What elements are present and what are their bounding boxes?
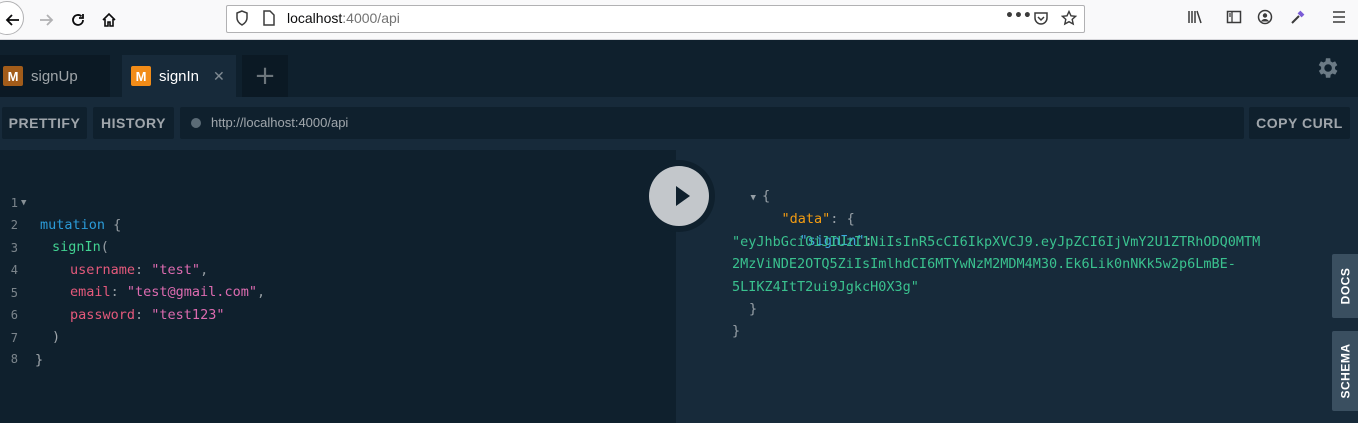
page-actions-icon[interactable]: ••• (1005, 8, 1032, 24)
query-editor[interactable]: 1 ▼ mutation { 2 signIn( 3 username: "tes… (0, 150, 676, 423)
close-icon[interactable]: ✕ (213, 68, 225, 85)
result-line: ▼{ (750, 188, 771, 204)
copy-curl-button[interactable]: COPY CURL (1249, 107, 1350, 139)
endpoint-input[interactable]: http://localhost:4000/api (180, 107, 1244, 139)
result-line: } (732, 323, 741, 339)
result-pane[interactable]: ▼{ "data": { "signIn": "eyJhbGciOiJIUzI1… (676, 150, 1358, 423)
play-icon (676, 186, 690, 206)
library-icon[interactable] (1187, 9, 1203, 29)
back-arrow-icon[interactable] (1, 8, 25, 32)
editor-line: 8 (10, 352, 18, 366)
result-line: "signIn": (799, 233, 873, 249)
forward-arrow-icon[interactable] (34, 8, 58, 32)
eyedropper-icon[interactable] (1290, 9, 1306, 29)
tab-signin[interactable]: M signIn ✕ (122, 55, 236, 97)
reload-icon[interactable] (66, 8, 90, 32)
editor-line: 6 ) (10, 308, 61, 345)
account-icon[interactable] (1257, 9, 1273, 29)
editor-line: 4 email: "test@gmail.com", (10, 263, 266, 300)
result-line: } (749, 301, 758, 317)
docs-tab[interactable]: DOCS (1332, 254, 1358, 318)
browser-toolbar: localhost:4000/api ••• (0, 0, 1358, 40)
editor-line: 5 password: "test123" (10, 286, 225, 323)
settings-gear-icon[interactable] (1314, 55, 1340, 81)
tab-label: signUp (31, 67, 78, 85)
execute-query-button[interactable] (643, 160, 715, 232)
bookmark-star-icon[interactable] (1060, 9, 1078, 30)
page-icon[interactable] (262, 10, 275, 30)
history-button[interactable]: HISTORY (93, 107, 174, 139)
playground-tabs: M signUp M signIn ✕ + (0, 40, 1358, 97)
url-text[interactable]: localhost:4000/api (287, 10, 400, 26)
editor-controls: PRETTIFY HISTORY http://localhost:4000/a… (0, 97, 1358, 150)
mutation-badge: M (131, 66, 151, 86)
editor-line: 2 signIn( (10, 218, 109, 255)
pocket-icon[interactable] (1033, 10, 1049, 30)
endpoint-url: http://localhost:4000/api (211, 115, 349, 130)
schema-tab[interactable]: SCHEMA (1332, 331, 1358, 411)
connection-status-dot (191, 118, 201, 128)
add-tab-button[interactable]: + (242, 55, 288, 97)
url-bar[interactable]: localhost:4000/api ••• (226, 5, 1085, 33)
token-line: 5LIKZ4ItT2ui9JgkcH0X3g" (732, 279, 919, 295)
prettify-button[interactable]: PRETTIFY (2, 107, 87, 139)
tab-signup[interactable]: M signUp (0, 55, 110, 97)
editor-line: 7 } (10, 331, 44, 368)
tab-label: signIn (159, 67, 200, 85)
editor-line: 1 ▼ mutation { (0, 170, 676, 233)
home-icon[interactable] (97, 8, 121, 32)
menu-icon[interactable] (1331, 9, 1347, 29)
result-line: "data": { (781, 211, 855, 227)
editor-line: 3 username: "test", (10, 241, 209, 278)
mutation-badge: M (3, 66, 23, 86)
token-line: 2MzViNDE2OTQ5ZiIsImlhdCI6MTYwNzM2MDM4M30… (732, 256, 1236, 272)
sidebar-icon[interactable] (1226, 9, 1242, 29)
shield-icon[interactable] (235, 10, 249, 30)
token-line: "eyJhbGciOiJIUzI1NiIsInR5cCI6IkpXVCJ9.ey… (732, 234, 1261, 250)
